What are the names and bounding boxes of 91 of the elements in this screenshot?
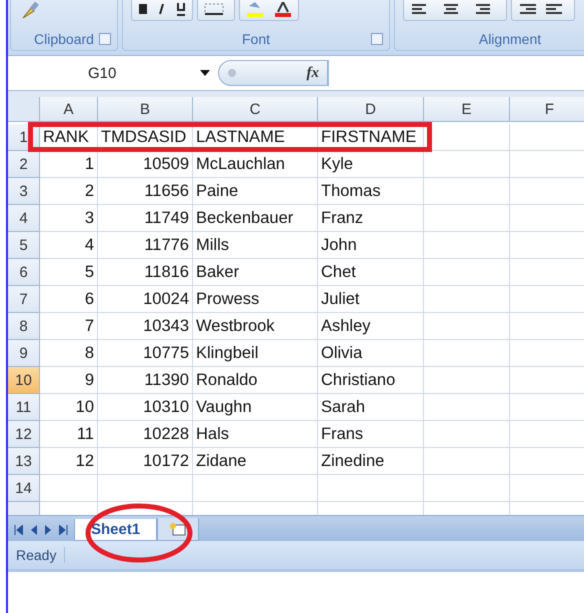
table-cell: Kyle xyxy=(318,151,424,178)
table-cell: Frans xyxy=(318,421,424,448)
group-label: Alignment xyxy=(478,31,542,47)
column-header[interactable]: E xyxy=(424,97,510,122)
row-header[interactable]: 10 xyxy=(8,367,40,394)
table-cell: 7 xyxy=(40,313,98,340)
row-header[interactable]: 2 xyxy=(8,151,40,178)
previous-sheet-icon[interactable] xyxy=(31,525,37,535)
first-sheet-icon[interactable] xyxy=(14,525,23,535)
column-header[interactable]: B xyxy=(98,97,193,122)
resize-handle-icon[interactable] xyxy=(227,68,237,78)
table-cell: Franz xyxy=(318,205,424,232)
table-cell: Ronaldo xyxy=(193,367,318,394)
table-cell: 9 xyxy=(40,367,98,394)
last-sheet-icon[interactable] xyxy=(59,525,68,535)
dialog-launcher-icon[interactable] xyxy=(99,33,111,45)
table-cell: 11816 xyxy=(98,259,193,286)
row-header[interactable]: 11 xyxy=(8,394,40,421)
column-header[interactable]: C xyxy=(193,97,318,122)
column-header[interactable]: A xyxy=(40,97,98,122)
row-header[interactable]: 9 xyxy=(8,340,40,367)
table-cell: Zinedine xyxy=(318,448,424,475)
name-box[interactable]: G10 xyxy=(8,60,218,86)
column-header[interactable]: D xyxy=(318,97,424,122)
next-sheet-icon[interactable] xyxy=(45,525,51,535)
table-cell: Prowess xyxy=(193,286,318,313)
table-cell: Beckenbauer xyxy=(193,205,318,232)
table-cell: Christiano xyxy=(318,367,424,394)
row-header[interactable]: 4 xyxy=(8,205,40,232)
table-cell: Paine xyxy=(193,178,318,205)
table-cell: TMDSASID xyxy=(98,124,193,151)
table-cell: Vaughn xyxy=(193,394,318,421)
sheet-tab[interactable]: Sheet1 xyxy=(74,519,158,541)
row-header[interactable]: 7 xyxy=(8,286,40,313)
new-sheet-icon xyxy=(169,522,188,536)
fill-color-icon[interactable] xyxy=(246,2,264,18)
table-cell: 12 xyxy=(40,448,98,475)
table-cell: Baker xyxy=(193,259,318,286)
italic-icon[interactable] xyxy=(158,4,166,16)
table-cell: Klingbeil xyxy=(193,340,318,367)
table-cell: 10172 xyxy=(98,448,193,475)
table-cell: 1 xyxy=(40,151,98,178)
table-cell: 10343 xyxy=(98,313,193,340)
row-header[interactable]: 12 xyxy=(8,421,40,448)
table-cell: McLauchlan xyxy=(193,151,318,178)
table-cell: 10509 xyxy=(98,151,193,178)
table-cell: 10775 xyxy=(98,340,193,367)
table-cell: Westbrook xyxy=(193,313,318,340)
table-cell: FIRSTNAME xyxy=(318,124,424,151)
row-header[interactable]: 3 xyxy=(8,178,40,205)
table-cell: Ashley xyxy=(318,313,424,340)
group-label: Font xyxy=(242,31,270,47)
table-cell: 8 xyxy=(40,340,98,367)
table-cell: 10228 xyxy=(98,421,193,448)
group-label: Clipboard xyxy=(34,31,94,47)
table-cell: Hals xyxy=(193,421,318,448)
insert-function-button[interactable]: fx xyxy=(306,64,319,82)
font-color-icon[interactable] xyxy=(274,2,292,18)
table-cell: Chet xyxy=(318,259,424,286)
row-header[interactable]: 13 xyxy=(8,448,40,475)
underline-icon[interactable] xyxy=(176,3,186,17)
table-cell: Thomas xyxy=(318,178,424,205)
table-cell: John xyxy=(318,232,424,259)
table-cell: Zidane xyxy=(193,448,318,475)
table-cell: 4 xyxy=(40,232,98,259)
row-header[interactable]: 6 xyxy=(8,259,40,286)
table-cell: Mills xyxy=(193,232,318,259)
table-cell: 11 xyxy=(40,421,98,448)
table-cell: 2 xyxy=(40,178,98,205)
table-cell: 10024 xyxy=(98,286,193,313)
table-cell: RANK xyxy=(40,124,98,151)
table-cell: 11656 xyxy=(98,178,193,205)
dialog-launcher-icon[interactable] xyxy=(371,33,383,45)
table-cell: Juliet xyxy=(318,286,424,313)
table-cell: 11390 xyxy=(98,367,193,394)
table-cell: LASTNAME xyxy=(193,124,318,151)
status-text: Ready xyxy=(8,547,66,563)
table-cell: 10 xyxy=(40,394,98,421)
column-header[interactable]: F xyxy=(510,97,584,122)
table-cell: Olivia xyxy=(318,340,424,367)
row-header[interactable]: 8 xyxy=(8,313,40,340)
table-cell: 3 xyxy=(40,205,98,232)
table-cell: 5 xyxy=(40,259,98,286)
row-header[interactable]: 5 xyxy=(8,232,40,259)
table-cell: 11749 xyxy=(98,205,193,232)
table-cell: Sarah xyxy=(318,394,424,421)
dropdown-arrow-icon[interactable] xyxy=(200,70,210,76)
table-cell: 10310 xyxy=(98,394,193,421)
table-cell: 11776 xyxy=(98,232,193,259)
table-cell: 6 xyxy=(40,286,98,313)
row-header[interactable]: 14 xyxy=(8,475,40,502)
